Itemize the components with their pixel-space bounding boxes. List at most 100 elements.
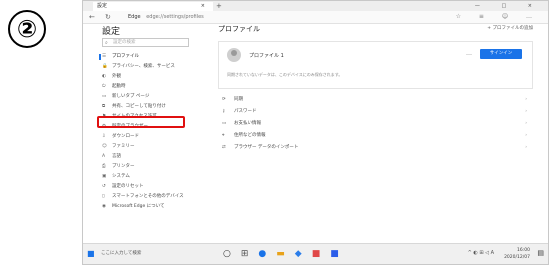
profiles-panel: プロファイル + プロファイルの追加 プロファイル 1 … サインイン 同期され… [218,24,543,245]
appearance-icon: ◐ [102,74,106,79]
store-icon[interactable]: ◆ [295,247,302,261]
step-number-marker: ② [8,10,46,48]
sidebar-item-label: ダウンロード [112,134,139,139]
profile-name: プロファイル 1 [249,53,284,59]
settings-row-addresses[interactable]: ⌖ 住所などの情報 › [218,130,533,142]
download-icon: ⇩ [102,134,106,139]
clock-date[interactable]: 2020/12/07 [504,254,530,261]
new-tab-icon: ▭ [102,94,107,99]
chevron-right-icon: › [525,145,527,150]
system-icon: ▣ [102,174,107,179]
taskbar-search-input[interactable]: ここに入力して検索 [101,249,171,259]
sidebar-item-appearance[interactable]: ◐ 外観 [102,73,202,81]
settings-row-import[interactable]: ⇄ ブラウザー データのインポート › [218,142,533,154]
tab-settings[interactable]: 設定 × [93,2,213,11]
tab-title: 設定 [97,3,108,9]
sign-in-button[interactable]: サインイン [480,49,522,59]
browser-window: 設定 × + — □ × ← ↻ Edge edge://settings/pr… [82,0,549,265]
word-icon[interactable]: ■ [330,247,339,261]
sidebar-item-printers[interactable]: ⎙ プリンター [102,163,202,171]
settings-search-input[interactable]: ⌕ 設定の検索 [102,38,189,47]
sidebar-title: 設定 [102,27,121,37]
sidebar-item-label: 外観 [112,74,121,79]
avatar [227,48,241,62]
toolbar-icons[interactable]: ☆ ≡ ☺ … [456,11,540,23]
settings-row-passwords[interactable]: ⚷ パスワード › [218,106,533,118]
tray-icons[interactable]: ^ ◐ ⊞ ◁ A [468,250,494,257]
sidebar-item-label: システム [112,174,130,179]
sidebar-item-label: 共有、コピーして貼り付け [112,104,166,109]
add-profile-button[interactable]: + プロファイルの追加 [487,25,533,31]
profile-note: 同期されていないデータは、このデバイスにのみ保存されます。 [227,72,343,77]
highlight-box-on-startup [97,116,185,128]
sidebar-item-devices[interactable]: ▯ スマートフォンとその他のデバイス [102,193,202,201]
search-icon: ⌕ [105,40,108,46]
sidebar-item-label: Microsoft Edge について [112,204,165,209]
sidebar-item-privacy[interactable]: 🔒 プライバシー、検索、サービス [102,63,202,71]
family-icon: ☺ [102,144,107,149]
explorer-icon[interactable]: ▬ [276,247,285,261]
notification-icon[interactable]: ▤ [537,249,544,257]
reset-icon: ↺ [102,184,106,189]
back-arrow-icon[interactable]: ← [89,11,95,23]
cortana-icon[interactable]: ○ [223,247,231,261]
task-view-icon[interactable]: ⊞ [241,247,249,261]
settings-sidebar: 設定 ⌕ 設定の検索 ☰ プロファイル 🔒 プライバシー、検索、サービス ◐ 外観 ⏻… [83,24,205,245]
profile-settings-list: ⟳ 同期 › ⚷ パスワード › ▭ お支払い情報 › ⌖ 住所などの情報 › ⇄ ブラウザー デ… [218,94,533,154]
sidebar-item-new-tab[interactable]: ▭ 新しいタブ ページ [102,93,202,101]
language-icon: A [102,154,106,159]
settings-row-label: お支払い情報 [234,121,261,126]
sidebar-item-system[interactable]: ▣ システム [102,173,202,181]
edge-icon: ◉ [102,204,106,209]
url-prefix: Edge [128,14,141,20]
sidebar-item-on-startup[interactable]: ⏻ 起動時 [102,83,202,91]
windows-start-icon[interactable]: ■ [87,249,95,258]
new-tab-button[interactable]: + [216,1,222,11]
system-tray: ^ ◐ ⊞ ◁ A 16:00 2020/12/07 [468,247,530,261]
chevron-right-icon: › [525,97,527,102]
profile-card: プロファイル 1 … サインイン 同期されていないデータは、このデバイスにのみ保… [218,41,533,89]
page-title: プロファイル [218,25,260,33]
windows-taskbar: ■ ここに入力して検索 ○ ⊞ ● ▬ ◆ ■ ■ ^ ◐ ⊞ ◁ A 16:0… [83,243,548,264]
sidebar-item-profiles[interactable]: ☰ プロファイル [99,53,202,61]
settings-row-label: ブラウザー データのインポート [234,145,299,150]
more-options-icon[interactable]: … [466,50,472,57]
import-icon: ⇄ [222,145,226,150]
close-tab-icon[interactable]: × [201,2,205,11]
sidebar-item-languages[interactable]: A 言語 [102,153,202,161]
refresh-icon[interactable]: ↻ [105,11,111,23]
sidebar-item-label: ファミリー [112,144,135,149]
sidebar-item-label: プロファイル [112,54,139,59]
phone-icon: ▯ [102,194,105,199]
settings-row-sync[interactable]: ⟳ 同期 › [218,94,533,106]
window-controls[interactable]: — □ × [475,1,542,11]
edge-taskbar-icon[interactable]: ● [258,247,266,261]
sidebar-item-share[interactable]: ⧉ 共有、コピーして貼り付け [102,103,202,111]
profile-icon: ☰ [102,54,107,59]
url-field[interactable]: Edge edge://settings/profiles [128,12,428,22]
search-placeholder: 設定の検索 [113,40,136,45]
card-icon: ▭ [222,121,227,126]
sidebar-item-family[interactable]: ☺ ファミリー [102,143,202,151]
sidebar-item-label: スマートフォンとその他のデバイス [112,194,184,199]
sidebar-item-about[interactable]: ◉ Microsoft Edge について [102,203,202,211]
sidebar-item-label: 言語 [112,154,121,159]
sidebar-item-downloads[interactable]: ⇩ ダウンロード [102,133,202,141]
url-text: edge://settings/profiles [146,14,204,20]
settings-row-label: パスワード [234,109,257,114]
power-icon: ⏻ [102,84,106,89]
printer-icon: ⎙ [102,164,106,169]
sidebar-item-label: プリンター [112,164,135,169]
clock-time[interactable]: 16:00 [504,247,530,254]
sync-icon: ⟳ [222,97,226,102]
sidebar-item-reset[interactable]: ↺ 設定のリセット [102,183,202,191]
chevron-right-icon: › [525,109,527,114]
tab-strip: 設定 × + — □ × [83,1,548,11]
address-bar-row: ← ↻ Edge edge://settings/profiles ☆ ≡ ☺ … [83,11,548,24]
taskbar-apps: ○ ⊞ ● ▬ ◆ ■ ■ [223,247,339,261]
sidebar-item-label: プライバシー、検索、サービス [112,64,175,69]
sidebar-item-label: 設定のリセット [112,184,144,189]
sidebar-item-label: 新しいタブ ページ [112,94,150,99]
settings-row-payment[interactable]: ▭ お支払い情報 › [218,118,533,130]
office-icon[interactable]: ■ [312,247,321,261]
